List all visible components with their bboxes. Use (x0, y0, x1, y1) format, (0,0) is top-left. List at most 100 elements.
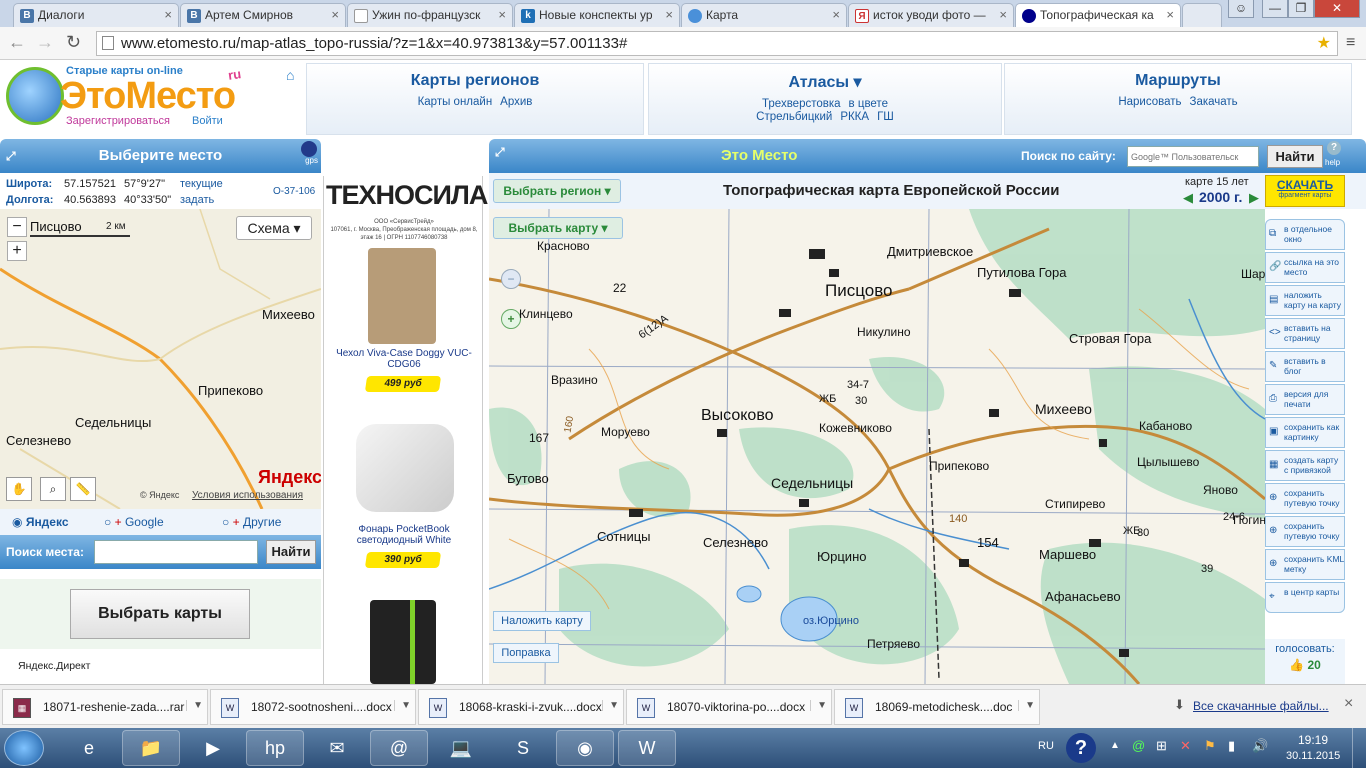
choose-region-dropdown[interactable]: Выбрать регион ▾ (493, 179, 621, 203)
ad-item-name[interactable]: Чехол Viva-Case Doggy VUC-CDG06 (330, 348, 478, 370)
maximize-button[interactable]: ❐ (1288, 0, 1314, 18)
save-kml-button[interactable]: ⊕ сохранить KML метку (1265, 549, 1345, 580)
tab-istok[interactable]: Яисток уводи фото — × (848, 3, 1014, 27)
download-item[interactable]: ▦ 18071-reshenie-zada....rar ▼ (2, 689, 208, 725)
nav-routes-title[interactable]: Маршруты (1005, 72, 1351, 90)
search-place-input[interactable] (94, 540, 258, 564)
mailru-agent-icon[interactable]: @ (370, 730, 428, 766)
chevron-down-icon[interactable]: ▼ (394, 700, 417, 711)
menu-icon[interactable]: ≡ (1346, 34, 1355, 52)
year-prev-icon[interactable]: ◀ (1183, 190, 1193, 206)
save-waypoint-button-2[interactable]: ⊕ сохранить путевую точку (1265, 516, 1345, 547)
close-icon[interactable]: × (665, 7, 673, 22)
nav-upload[interactable]: Закачать (1190, 96, 1238, 108)
download-item[interactable]: W 18068-kraski-i-zvuk....docx ▼ (418, 689, 624, 725)
forward-icon[interactable]: → (36, 32, 54, 53)
center-map-button[interactable]: ⌖ в центр карты (1265, 582, 1345, 613)
provider-yandex[interactable]: ◉ Яндекс (12, 515, 69, 529)
tab-konspekty[interactable]: k Новые конспекты ур × (514, 3, 680, 27)
user-icon[interactable]: ☺ (1228, 0, 1254, 18)
nav-trehverstovka[interactable]: Трехверстовка (762, 98, 841, 110)
chevron-down-icon[interactable]: ▼ (186, 700, 209, 711)
map-zoom-out-button[interactable]: − (501, 269, 521, 289)
nav-maps-online[interactable]: Карты онлайн (418, 96, 493, 108)
choose-map-dropdown[interactable]: Выбрать карту ▾ (493, 217, 623, 239)
media-player-icon[interactable]: ▶ (184, 730, 242, 766)
set-link[interactable]: задать (180, 194, 214, 206)
site-search-input[interactable] (1127, 146, 1259, 167)
ie-icon[interactable]: e (60, 730, 118, 766)
topographic-map[interactable]: − + Красново Дмитриевское Путилова Гора … (489, 209, 1265, 684)
nav-draw[interactable]: Нарисовать (1118, 96, 1181, 108)
clock-date[interactable]: 30.11.2015 (1286, 750, 1340, 762)
nav-strelbitsky[interactable]: Стрельбицкий (756, 111, 832, 123)
tab-karta[interactable]: Карта × (681, 3, 847, 27)
back-icon[interactable]: ← (8, 32, 26, 53)
close-icon[interactable]: × (832, 7, 840, 22)
map-zoom-in-button[interactable]: + (501, 309, 521, 329)
address-bar[interactable]: www.etomesto.ru/map-atlas_topo-russia/?z… (96, 31, 1338, 56)
hp-icon[interactable]: hp (246, 730, 304, 766)
help-icon[interactable]: ? (1066, 733, 1096, 763)
download-item[interactable]: W 18069-metodichesk....doc ▼ (834, 689, 1040, 725)
tray-flag-icon[interactable]: ⚑ (1204, 738, 1216, 754)
explorer-icon[interactable]: 📁 (122, 730, 180, 766)
clock-time[interactable]: 19:19 (1298, 733, 1328, 747)
zoom-in-button[interactable]: + (7, 241, 27, 261)
register-link[interactable]: Зарегистрироваться (66, 115, 170, 127)
zoom-out-button[interactable]: − (7, 217, 27, 237)
provider-google[interactable]: ○ + Google (104, 515, 164, 529)
tray-agent-icon[interactable]: @ (1132, 738, 1145, 753)
yandex-mini-map[interactable]: − + Писцово 2 км Схема ▾ Михеево Припеко… (0, 209, 321, 509)
tray-expand-icon[interactable]: ▲ (1110, 740, 1120, 751)
site-logo[interactable]: ЭтоМесто (60, 75, 236, 118)
tab-artem[interactable]: В Артем Смирнов × (180, 3, 346, 27)
expand-icon[interactable]: ⤢ (6, 139, 16, 173)
nav-archive[interactable]: Архив (500, 96, 532, 108)
language-indicator[interactable]: RU (1038, 740, 1054, 752)
skype-icon[interactable]: S (494, 730, 552, 766)
print-version-button[interactable]: ⎙ версия для печати (1265, 384, 1345, 415)
close-window-button[interactable]: ✕ (1314, 0, 1360, 18)
current-link[interactable]: текущие (180, 178, 223, 190)
chrome-icon[interactable]: ◉ (556, 730, 614, 766)
link-to-place-button[interactable]: 🔗 ссылка на это место (1265, 252, 1345, 283)
choose-maps-button[interactable]: Выбрать карты (70, 589, 250, 639)
bookmark-star-icon[interactable]: ★ (1317, 33, 1331, 53)
technosila-logo[interactable]: ТЕХНОСИЛА (326, 180, 488, 211)
ad-product-image[interactable] (356, 424, 454, 512)
nav-atlases-title[interactable]: Атласы ▾ (649, 72, 1001, 92)
download-item[interactable]: W 18070-viktorina-po....docx ▼ (626, 689, 832, 725)
nav-rkka[interactable]: РККА (840, 111, 869, 123)
show-desktop-button[interactable] (1352, 728, 1366, 768)
nav-regions-title[interactable]: Карты регионов (307, 72, 643, 90)
save-waypoint-button[interactable]: ⊕ сохранить путевую точку (1265, 483, 1345, 514)
embed-button[interactable]: <> вставить на страницу (1265, 318, 1345, 349)
close-icon[interactable]: × (498, 7, 506, 22)
create-georef-map-button[interactable]: ▦ создать карту с привязкой (1265, 450, 1345, 481)
tab-topo[interactable]: Топографическая ка × (1015, 3, 1181, 27)
chevron-down-icon[interactable]: ▼ (602, 700, 625, 711)
help-icon[interactable]: ? (1327, 141, 1341, 155)
tab-dinner[interactable]: Ужин по-французск × (347, 3, 513, 27)
provider-other[interactable]: ○ + Другие (222, 515, 281, 529)
nav-gsh[interactable]: ГШ (877, 111, 894, 123)
new-tab-button[interactable] (1182, 3, 1222, 27)
map-type-dropdown[interactable]: Схема ▾ (236, 216, 312, 240)
close-icon[interactable]: × (164, 7, 172, 22)
ad-item-name[interactable]: Фонарь PocketBook светодиодный White (330, 524, 478, 546)
ruler-tool-icon[interactable]: 📏 (70, 477, 96, 501)
expand-icon[interactable]: ⤢ (495, 145, 505, 160)
thumbs-up-icon[interactable]: 👍 (1289, 658, 1304, 672)
mail-icon[interactable]: ✉ (308, 730, 366, 766)
search-place-button[interactable]: Найти (266, 540, 316, 564)
download-fragment-button[interactable]: СКАЧАТЬ фрагмент карты (1265, 175, 1345, 207)
all-downloads-link[interactable]: Все скачанные файлы... (1193, 699, 1329, 713)
year-next-icon[interactable]: ▶ (1249, 190, 1259, 206)
close-icon[interactable]: × (1166, 7, 1174, 22)
tray-network-icon[interactable]: ✕ (1180, 738, 1191, 754)
save-image-button[interactable]: ▣ сохранить как картинку (1265, 417, 1345, 448)
overlay-map-button[interactable]: Наложить карту (493, 611, 591, 631)
minimize-button[interactable]: — (1262, 0, 1288, 18)
hand-tool-icon[interactable]: ✋ (6, 477, 32, 501)
